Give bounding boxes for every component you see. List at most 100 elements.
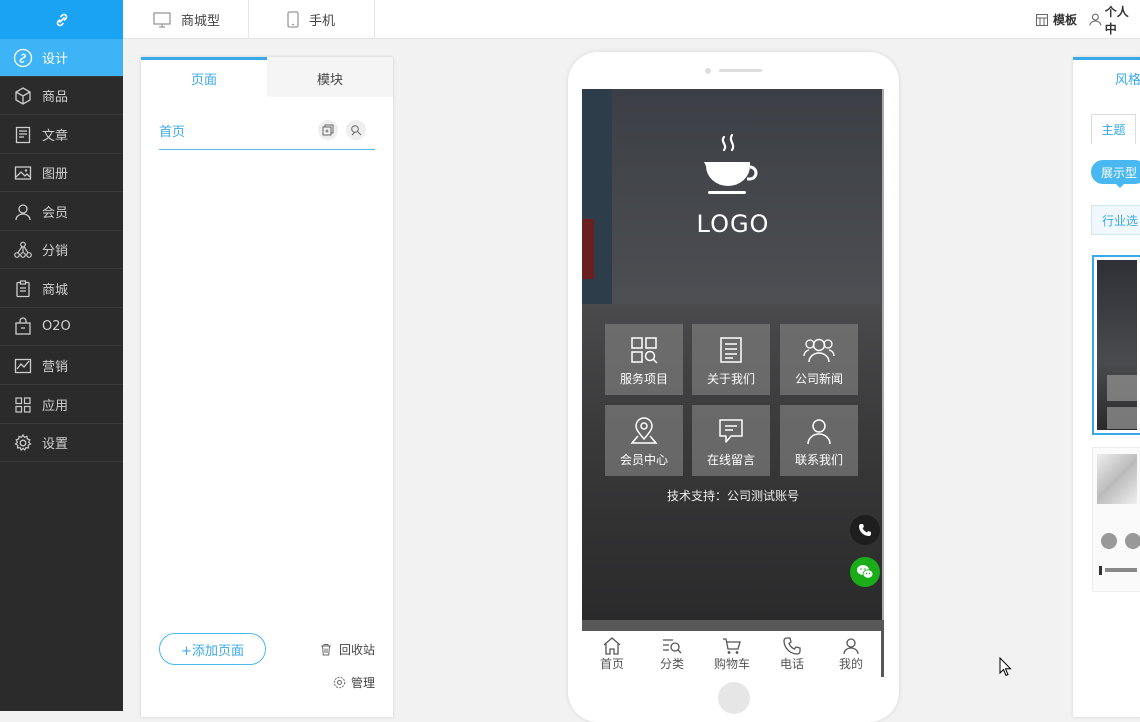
tab-label: 模块: [316, 73, 343, 88]
phone-home-button: [718, 682, 750, 714]
tab-label: 页面: [190, 73, 217, 88]
gear-icon: [14, 433, 32, 451]
tab-label: 手机: [309, 14, 336, 29]
thumbnail-line: [1105, 568, 1137, 572]
tabbar-cart[interactable]: 购物车: [702, 631, 762, 677]
thumbnail-image: [1097, 454, 1137, 504]
logo-text: LOGO: [696, 210, 770, 238]
tabbar-label: 首页: [599, 656, 624, 671]
user-label: 个人中: [1104, 4, 1129, 36]
sidebar-item-label: 商城: [42, 283, 69, 298]
sidebar-item-album[interactable]: 图册: [0, 154, 123, 192]
tab-label: 风格: [1115, 73, 1140, 88]
thumbnail-avatar: [1101, 533, 1117, 549]
phone-camera: [705, 68, 711, 74]
template-button[interactable]: 模板: [1036, 0, 1077, 39]
top-bar: 商城型 手机 模板 个人中: [123, 0, 1140, 39]
style-panel: 风格 主题 展示型 行业选: [1073, 57, 1140, 717]
user-center-button[interactable]: 个人中: [1089, 0, 1140, 39]
tab-mobile[interactable]: 手机: [249, 0, 375, 39]
grid-item-contact[interactable]: 联系我们: [780, 405, 858, 476]
tabbar-label: 电话: [779, 656, 804, 671]
page-item-home[interactable]: 首页: [159, 111, 375, 150]
distribution-icon: [14, 241, 32, 258]
tab-mall-type[interactable]: 商城型: [123, 0, 249, 39]
tab-pages[interactable]: 页面: [141, 57, 267, 97]
bg-shape: [882, 89, 884, 620]
app-logo[interactable]: [0, 0, 123, 39]
grid-item-message[interactable]: 在线留言: [692, 405, 770, 476]
sidebar-item-goods[interactable]: 商品: [0, 77, 123, 115]
thumbnail-cell: [1107, 407, 1137, 429]
sidebar-item-article[interactable]: 文章: [0, 116, 123, 154]
page-panel: 页面 模块 首页 +添加页面 回收站 管理: [141, 57, 393, 717]
wechat-float-button[interactable]: [850, 557, 880, 587]
category-search-icon: [663, 638, 682, 653]
copy-page-button[interactable]: [318, 120, 338, 140]
grid-item-services[interactable]: 服务项目: [605, 324, 683, 395]
sidebar-item-member[interactable]: 会员: [0, 193, 123, 231]
sidebar-item-settings[interactable]: 设置: [0, 424, 123, 462]
grid-label: 联系我们: [794, 453, 843, 467]
grid-item-about[interactable]: 关于我们: [692, 324, 770, 395]
wechat-icon: [857, 565, 874, 579]
sidebar-item-design[interactable]: 设计: [0, 39, 123, 77]
box-icon: [15, 86, 31, 105]
sidebar-item-o2o[interactable]: O2O: [0, 308, 123, 346]
tabbar-label: 购物车: [713, 656, 750, 671]
template-thumbnail[interactable]: [1092, 447, 1140, 592]
tabbar-mine[interactable]: 我的: [821, 631, 881, 677]
tab-theme[interactable]: 主题: [1091, 114, 1136, 144]
display-type-badge[interactable]: 展示型: [1091, 160, 1140, 184]
grid-label: 服务项目: [619, 372, 668, 386]
manage-button[interactable]: 管理: [333, 674, 375, 691]
tabbar-home[interactable]: 首页: [582, 631, 642, 677]
recycle-bin-button[interactable]: 回收站: [320, 641, 375, 658]
sidebar: 设计 商品 文章 图册 会员 分销 商城 O2O 营销 应用 设置: [0, 0, 123, 711]
add-page-button[interactable]: +添加页面: [159, 633, 266, 665]
tabbar-label: 我的: [838, 656, 863, 671]
clipboard-icon: [16, 279, 30, 297]
template-thumbnail-selected[interactable]: [1092, 255, 1140, 435]
thumbnail-avatar: [1125, 533, 1140, 549]
sidebar-item-apps[interactable]: 应用: [0, 386, 123, 424]
support-text: 技术支持：公司测试账号: [666, 489, 799, 503]
sidebar-item-label: 文章: [42, 129, 69, 144]
trash-icon: [321, 644, 331, 656]
tabbar-phone[interactable]: 电话: [762, 631, 822, 677]
chat-bubble-icon: [719, 419, 743, 443]
template-icon: [1036, 13, 1048, 26]
page-item-label: 首页: [159, 124, 186, 140]
chart-icon: [14, 358, 32, 373]
gear-icon: [333, 676, 346, 689]
sidebar-item-label: 设置: [42, 437, 69, 452]
tab-label: 主题: [1101, 123, 1126, 137]
tab-style[interactable]: 风格: [1073, 57, 1140, 97]
bottom-tab-bar: 首页 分类 购物车 电话 我的: [582, 631, 881, 677]
cart-icon: [723, 637, 741, 654]
sidebar-item-marketing[interactable]: 营销: [0, 347, 123, 385]
grid-item-member-center[interactable]: 会员中心: [605, 405, 683, 476]
album-icon: [14, 165, 32, 180]
thumbnail-cell: [1107, 375, 1137, 401]
sidebar-item-distribution[interactable]: 分销: [0, 231, 123, 269]
sidebar-item-label: 应用: [42, 399, 69, 414]
grid-item-news[interactable]: 公司新闻: [780, 324, 858, 395]
tab-modules[interactable]: 模块: [267, 57, 393, 97]
location-pin-icon: [630, 417, 658, 444]
tabbar-category[interactable]: 分类: [642, 631, 702, 677]
shop-icon: [15, 316, 31, 335]
thumbnail-image: [1097, 260, 1137, 430]
call-float-button[interactable]: [850, 515, 880, 545]
sidebar-item-mall[interactable]: 商城: [0, 270, 123, 308]
panel-tabs: 页面 模块: [141, 57, 393, 97]
phone-speaker: [719, 69, 762, 72]
phone-call-icon: [859, 524, 871, 536]
sidebar-item-label: O2O: [42, 319, 71, 334]
grid-label: 在线留言: [706, 453, 755, 467]
industry-select[interactable]: 行业选: [1091, 205, 1140, 235]
user-icon: [1089, 13, 1102, 26]
recycle-label: 回收站: [339, 643, 376, 657]
phone-device-icon: [287, 11, 299, 28]
page-settings-button[interactable]: [346, 120, 366, 140]
